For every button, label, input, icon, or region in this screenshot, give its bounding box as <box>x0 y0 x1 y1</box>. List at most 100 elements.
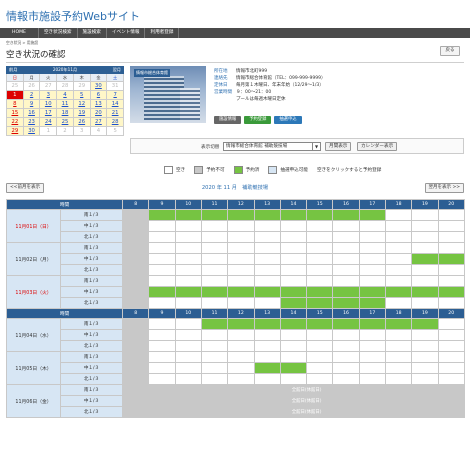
slot-available[interactable] <box>411 231 439 243</box>
slot-available[interactable] <box>437 275 465 287</box>
calendar-day[interactable]: 18 <box>57 109 74 118</box>
calendar-day[interactable]: 28 <box>107 118 124 127</box>
slot-available[interactable] <box>200 340 229 352</box>
slot-available[interactable] <box>358 340 386 352</box>
slot-available[interactable] <box>227 231 255 243</box>
slot-available[interactable] <box>279 329 308 341</box>
slot-available[interactable] <box>174 220 202 232</box>
slot-available[interactable] <box>306 340 334 352</box>
slot-available[interactable] <box>437 362 465 374</box>
slot-available[interactable] <box>148 318 176 330</box>
slot-available[interactable] <box>200 264 229 276</box>
facility-action-button[interactable]: 予約登録 <box>244 116 272 124</box>
slot-available[interactable] <box>148 275 176 287</box>
calendar-next-button[interactable]: 翌月 <box>113 67 121 73</box>
slot-available[interactable] <box>332 275 360 287</box>
slot-available[interactable] <box>174 329 202 341</box>
slot-available[interactable] <box>411 340 439 352</box>
slot-available[interactable] <box>358 362 386 374</box>
slot-available[interactable] <box>384 297 413 309</box>
slot-available[interactable] <box>253 340 281 352</box>
slot-available[interactable] <box>437 329 465 341</box>
slot-available[interactable] <box>253 242 281 254</box>
slot-available[interactable] <box>411 275 439 287</box>
back-button[interactable]: 戻る <box>440 46 460 56</box>
slot-available[interactable] <box>411 373 439 385</box>
calendar-day[interactable]: 12 <box>73 100 91 109</box>
calendar-day[interactable]: 4 <box>57 91 74 100</box>
slot-available[interactable] <box>200 362 229 374</box>
nav-item[interactable]: HOME <box>0 28 39 38</box>
slot-available[interactable] <box>332 351 360 363</box>
slot-available[interactable] <box>437 297 465 309</box>
slot-available[interactable] <box>332 329 360 341</box>
slot-available[interactable] <box>148 264 176 276</box>
slot-available[interactable] <box>148 220 176 232</box>
calendar-day[interactable]: 20 <box>90 109 108 118</box>
calendar-day[interactable]: 14 <box>107 100 124 109</box>
slot-available[interactable] <box>384 275 413 287</box>
slot-available[interactable] <box>384 253 413 265</box>
slot-available[interactable] <box>306 253 334 265</box>
slot-available[interactable] <box>174 253 202 265</box>
slot-available[interactable] <box>227 220 255 232</box>
slot-available[interactable] <box>437 340 465 352</box>
nav-item[interactable]: イベント情報 <box>107 28 146 38</box>
slot-available[interactable] <box>384 231 413 243</box>
slot-available[interactable] <box>411 264 439 276</box>
calendar-day[interactable]: 15 <box>7 109 24 118</box>
slot-available[interactable] <box>332 253 360 265</box>
slot-available[interactable] <box>253 253 281 265</box>
slot-available[interactable] <box>279 231 308 243</box>
slot-available[interactable] <box>279 351 308 363</box>
calendar-day[interactable]: 19 <box>73 109 91 118</box>
calendar-day[interactable]: 21 <box>107 109 124 118</box>
slot-available[interactable] <box>227 329 255 341</box>
calendar-day[interactable]: 10 <box>40 100 58 109</box>
slot-available[interactable] <box>174 297 202 309</box>
slot-available[interactable] <box>174 275 202 287</box>
slot-available[interactable] <box>174 362 202 374</box>
slot-available[interactable] <box>279 373 308 385</box>
calendar-day[interactable]: 30 <box>23 127 41 136</box>
slot-available[interactable] <box>437 264 465 276</box>
calendar-day[interactable]: 16 <box>23 109 41 118</box>
slot-available[interactable] <box>332 362 360 374</box>
facility-select[interactable]: 情報市総合体育館 補助競技場 ▼ <box>223 142 321 151</box>
slot-available[interactable] <box>306 231 334 243</box>
slot-available[interactable] <box>306 264 334 276</box>
slot-available[interactable] <box>358 220 386 232</box>
slot-available[interactable] <box>200 351 229 363</box>
slot-available[interactable] <box>384 340 413 352</box>
calendar-day[interactable]: 26 <box>73 118 91 127</box>
slot-available[interactable] <box>227 340 255 352</box>
slot-available[interactable] <box>227 253 255 265</box>
slot-available[interactable] <box>332 231 360 243</box>
slot-available[interactable] <box>306 329 334 341</box>
calendar-day[interactable]: 25 <box>57 118 74 127</box>
slot-available[interactable] <box>148 329 176 341</box>
slot-available[interactable] <box>227 275 255 287</box>
calendar-view-button[interactable]: カレンダー表示 <box>357 142 398 151</box>
slot-available[interactable] <box>148 351 176 363</box>
slot-available[interactable] <box>437 231 465 243</box>
slot-available[interactable] <box>332 340 360 352</box>
slot-available[interactable] <box>200 373 229 385</box>
slot-available[interactable] <box>358 242 386 254</box>
slot-available[interactable] <box>253 373 281 385</box>
slot-available[interactable] <box>437 351 465 363</box>
slot-available[interactable] <box>148 253 176 265</box>
slot-available[interactable] <box>148 242 176 254</box>
slot-available[interactable] <box>148 231 176 243</box>
calendar-day[interactable]: 29 <box>7 127 24 136</box>
slot-available[interactable] <box>332 373 360 385</box>
slot-available[interactable] <box>437 220 465 232</box>
slot-available[interactable] <box>358 231 386 243</box>
slot-available[interactable] <box>227 297 255 309</box>
slot-available[interactable] <box>200 231 229 243</box>
slot-available[interactable] <box>148 362 176 374</box>
slot-available[interactable] <box>306 275 334 287</box>
calendar-day[interactable]: 22 <box>7 118 24 127</box>
calendar-day[interactable]: 9 <box>23 100 41 109</box>
slot-available[interactable] <box>148 297 176 309</box>
